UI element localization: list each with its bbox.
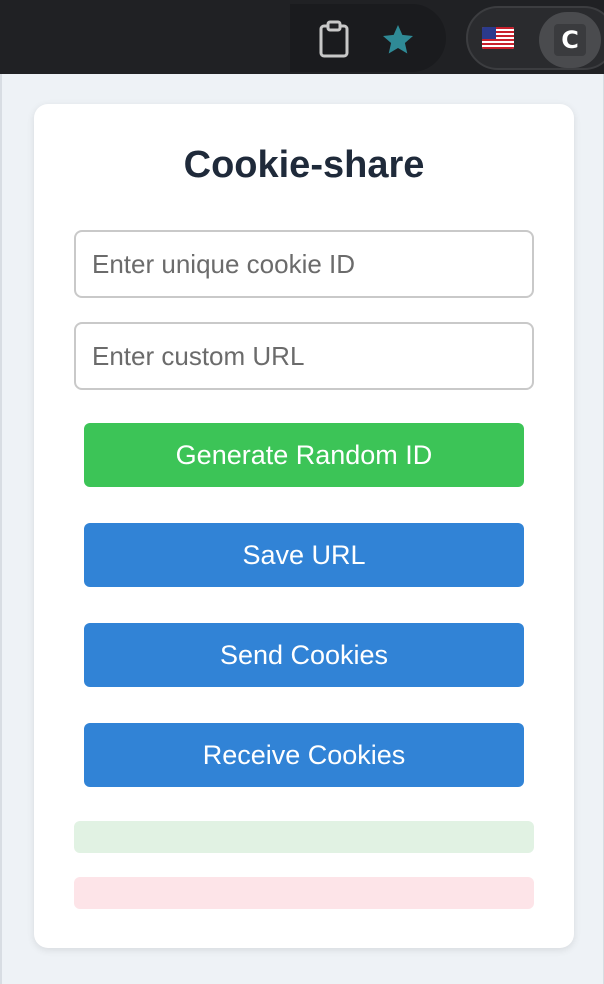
send-cookies-button[interactable]: Send Cookies [84, 623, 524, 687]
success-message [74, 821, 534, 853]
page-title: Cookie-share [183, 144, 425, 186]
browser-toolbar: C [0, 0, 604, 76]
extension-popup: Cookie-share Generate Random ID Save URL… [0, 74, 604, 984]
extension-letter: C [554, 24, 586, 56]
save-url-button[interactable]: Save URL [84, 523, 524, 587]
cookie-share-extension-button[interactable]: C [539, 12, 601, 68]
us-flag-icon[interactable] [482, 27, 514, 49]
address-bar-end [290, 4, 446, 72]
popup-card: Cookie-share Generate Random ID Save URL… [34, 104, 574, 948]
cookie-id-input[interactable] [74, 230, 534, 298]
custom-url-input[interactable] [74, 322, 534, 390]
clipboard-icon[interactable] [316, 20, 352, 58]
generate-random-id-button[interactable]: Generate Random ID [84, 423, 524, 487]
receive-cookies-button[interactable]: Receive Cookies [84, 723, 524, 787]
bookmark-star-icon[interactable] [380, 22, 416, 58]
error-message [74, 877, 534, 909]
